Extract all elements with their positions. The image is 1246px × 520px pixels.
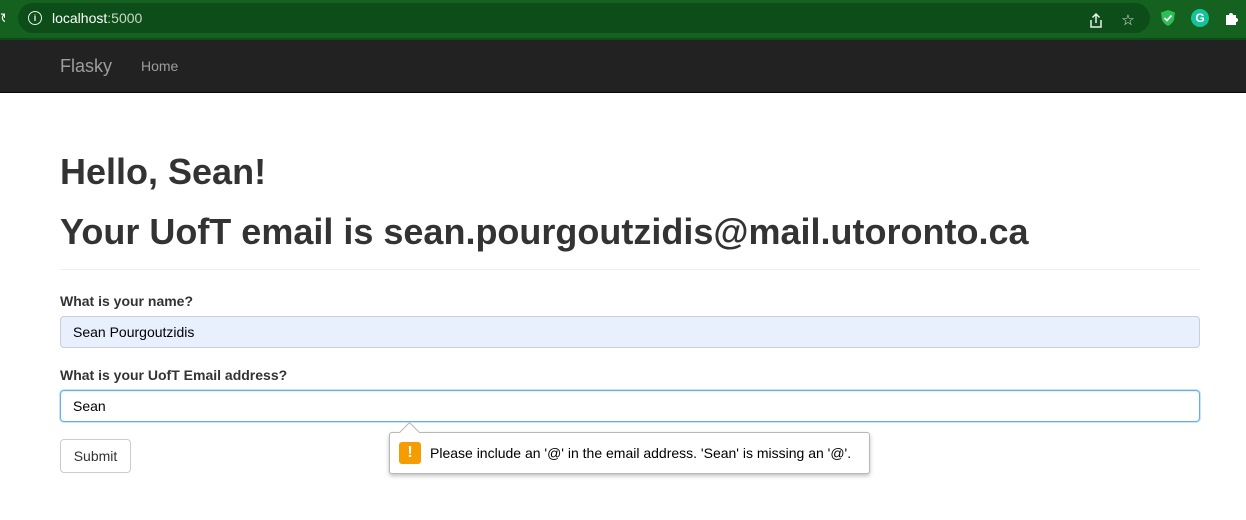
submit-button[interactable]: Submit [60, 439, 131, 473]
bookmark-star-icon[interactable]: ☆ [1118, 11, 1138, 31]
browser-toolbar: ↻ i localhost:5000 ☆ G [0, 0, 1246, 40]
navbar-brand-link[interactable]: Flasky [60, 56, 112, 76]
warning-icon: ! [399, 442, 421, 464]
name-label: What is your name? [60, 293, 194, 309]
address-bar[interactable]: i localhost:5000 ☆ [18, 3, 1150, 33]
url-host: localhost [52, 10, 108, 26]
name-input[interactable]: Sean Pourgoutzidis [60, 316, 1200, 348]
site-navbar: Flasky Home [0, 40, 1246, 93]
page-header-divider [60, 269, 1200, 270]
email-label: What is your UofT Email address? [60, 367, 288, 383]
extensions-puzzle-icon[interactable] [1222, 8, 1242, 28]
grammarly-extension-icon[interactable]: G [1191, 9, 1209, 27]
validation-message: Please include an '@' in the email addre… [430, 445, 852, 461]
url-text: localhost:5000 [52, 10, 142, 26]
share-icon[interactable] [1086, 11, 1106, 31]
email-heading: Your UofT email is sean.pourgoutzidis@ma… [60, 211, 1029, 252]
email-input[interactable]: Sean [60, 390, 1200, 422]
validation-tooltip: ! Please include an '@' in the email add… [389, 421, 870, 474]
reload-icon[interactable]: ↻ [0, 10, 5, 26]
greeting-heading: Hello, Sean! [60, 151, 267, 192]
shield-extension-icon[interactable] [1159, 9, 1177, 27]
tooltip-arrow [398, 421, 421, 444]
nav-home-link[interactable]: Home [141, 58, 178, 74]
url-port: :5000 [107, 10, 143, 26]
site-info-icon[interactable]: i [28, 11, 42, 25]
